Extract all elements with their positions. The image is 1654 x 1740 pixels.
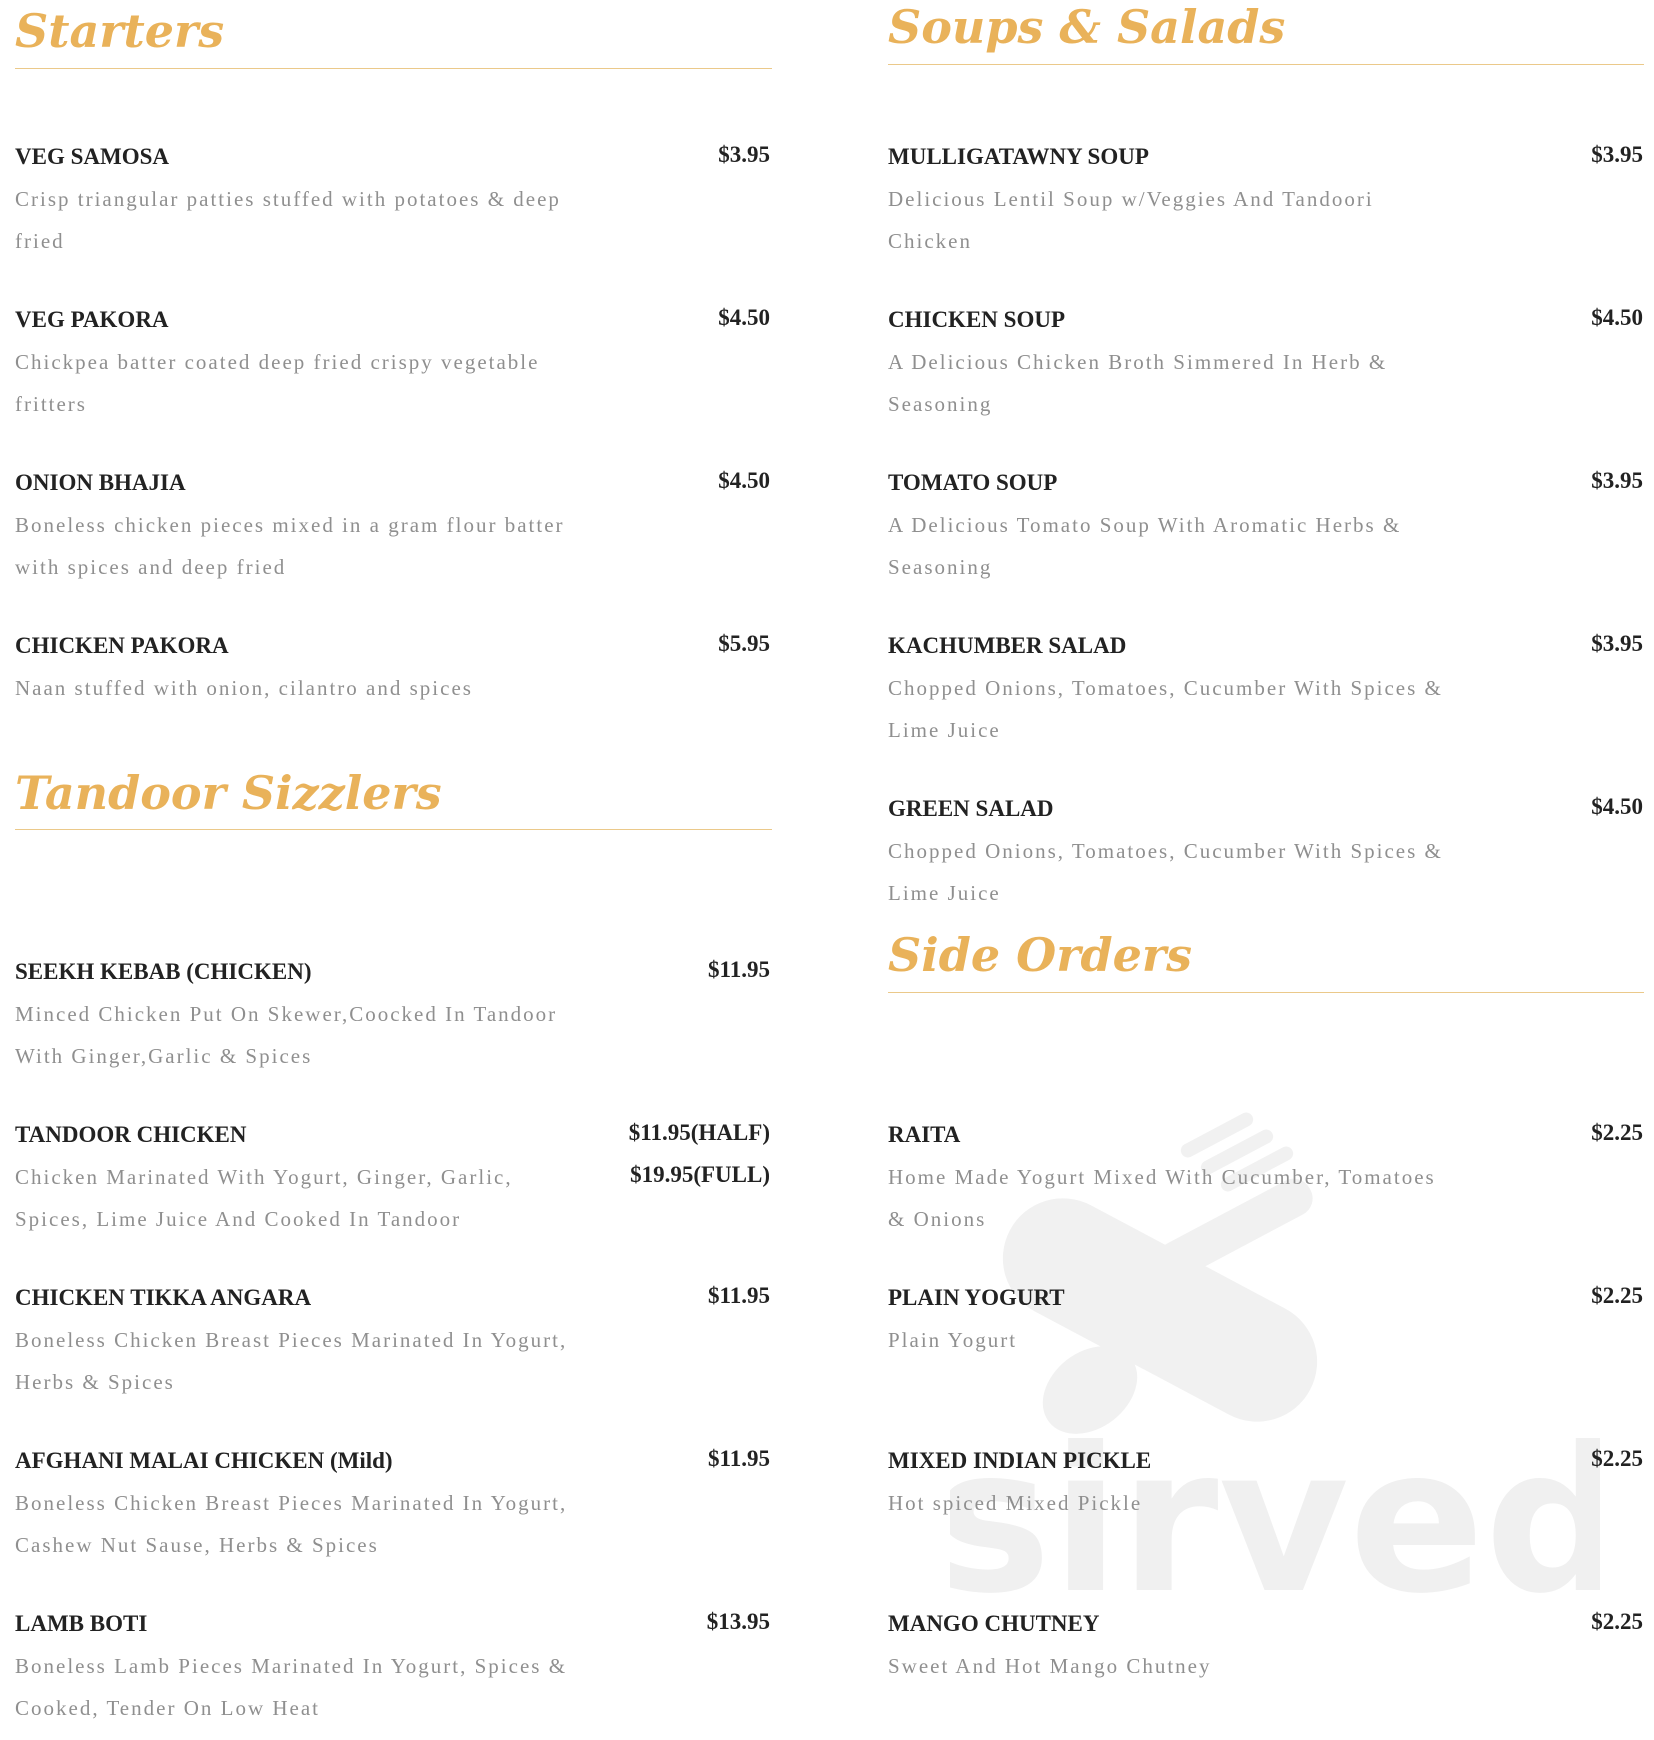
item-price: $4.50 [718, 468, 770, 493]
item-price: $11.95 [708, 1446, 770, 1471]
item-name: VEG SAMOSA [15, 144, 169, 169]
item-price: $11.95 [708, 1283, 770, 1308]
item-description: Sweet And Hot Mango Chutney [888, 1654, 1212, 1678]
item-price: $3.95 [1591, 631, 1643, 656]
item-description: Chicken Marinated With Yogurt, Ginger, G… [15, 1165, 513, 1231]
item-name: KACHUMBER SALAD [888, 633, 1127, 658]
item-description: Chickpea batter coated deep fried crispy… [15, 350, 540, 416]
item-price: $13.95 [706, 1609, 770, 1634]
item-description: Home Made Yogurt Mixed With Cucumber, To… [888, 1165, 1436, 1231]
item-price: $5.95 [718, 631, 770, 656]
item-price: $3.95 [718, 142, 770, 167]
item-price: $2.25 [1591, 1283, 1643, 1308]
item-price: $2.25 [1591, 1609, 1643, 1634]
item-name: MULLIGATAWNY SOUP [888, 144, 1149, 169]
item-description: Chopped Onions, Tomatoes, Cucumber With … [888, 839, 1443, 905]
item-name: CHICKEN TIKKA ANGARA [15, 1285, 312, 1310]
item-price-half: $11.95(HALF) [628, 1120, 770, 1145]
item-name: TANDOOR CHICKEN [15, 1122, 247, 1147]
item-name: MANGO CHUTNEY [888, 1611, 1100, 1636]
item-description: Boneless Lamb Pieces Marinated In Yogurt… [15, 1654, 568, 1720]
section-divider [15, 829, 772, 830]
item-description: Crisp triangular patties stuffed with po… [15, 187, 561, 253]
item-description: Chopped Onions, Tomatoes, Cucumber With … [888, 676, 1443, 742]
item-name: AFGHANI MALAI CHICKEN (Mild) [15, 1448, 393, 1473]
item-description: Delicious Lentil Soup w/Veggies And Tand… [888, 187, 1374, 253]
item-price: $3.95 [1591, 468, 1643, 493]
section-divider [888, 64, 1644, 65]
item-name: MIXED INDIAN PICKLE [888, 1448, 1152, 1473]
item-name: LAMB BOTI [15, 1611, 148, 1636]
item-price: $4.50 [1591, 305, 1643, 330]
item-price: $2.25 [1591, 1120, 1643, 1145]
item-description: Boneless chicken pieces mixed in a gram … [15, 513, 565, 579]
item-description: Minced Chicken Put On Skewer,Coocked In … [15, 1002, 558, 1068]
item-name: RAITA [888, 1122, 961, 1147]
item-price: $3.95 [1591, 142, 1643, 167]
item-price: $4.50 [718, 305, 770, 330]
section-title-tandoor-sizzlers: Tandoor Sizzlers [15, 766, 442, 820]
section-title-side-orders: Side Orders [888, 928, 1193, 982]
section-title-soups-salads: Soups & Salads [888, 0, 1286, 54]
item-description: Hot spiced Mixed Pickle [888, 1491, 1143, 1515]
section-title-starters: Starters [15, 4, 225, 58]
item-name: GREEN SALAD [888, 796, 1054, 821]
item-name: SEEKH KEBAB (CHICKEN) [15, 959, 312, 984]
section-divider [15, 68, 772, 69]
item-description: A Delicious Chicken Broth Simmered In He… [888, 350, 1388, 416]
item-description: Boneless Chicken Breast Pieces Marinated… [15, 1328, 568, 1394]
item-name: PLAIN YOGURT [888, 1285, 1065, 1310]
item-name: TOMATO SOUP [888, 470, 1058, 495]
item-price-full: $19.95(FULL) [630, 1162, 770, 1187]
item-description: Naan stuffed with onion, cilantro and sp… [15, 676, 473, 700]
item-name: CHICKEN SOUP [888, 307, 1065, 332]
item-name: CHICKEN PAKORA [15, 633, 229, 658]
item-price-options: $11.95(HALF) $19.95(FULL) [629, 1112, 770, 1196]
item-description: Plain Yogurt [888, 1328, 1018, 1352]
item-description: A Delicious Tomato Soup With Aromatic He… [888, 513, 1402, 579]
item-price: $11.95 [708, 957, 770, 982]
item-name: ONION BHAJIA [15, 470, 186, 495]
section-divider [888, 992, 1644, 993]
item-price: $4.50 [1591, 794, 1643, 819]
item-name: VEG PAKORA [15, 307, 169, 332]
item-description: Boneless Chicken Breast Pieces Marinated… [15, 1491, 568, 1557]
item-price: $2.25 [1591, 1446, 1643, 1471]
